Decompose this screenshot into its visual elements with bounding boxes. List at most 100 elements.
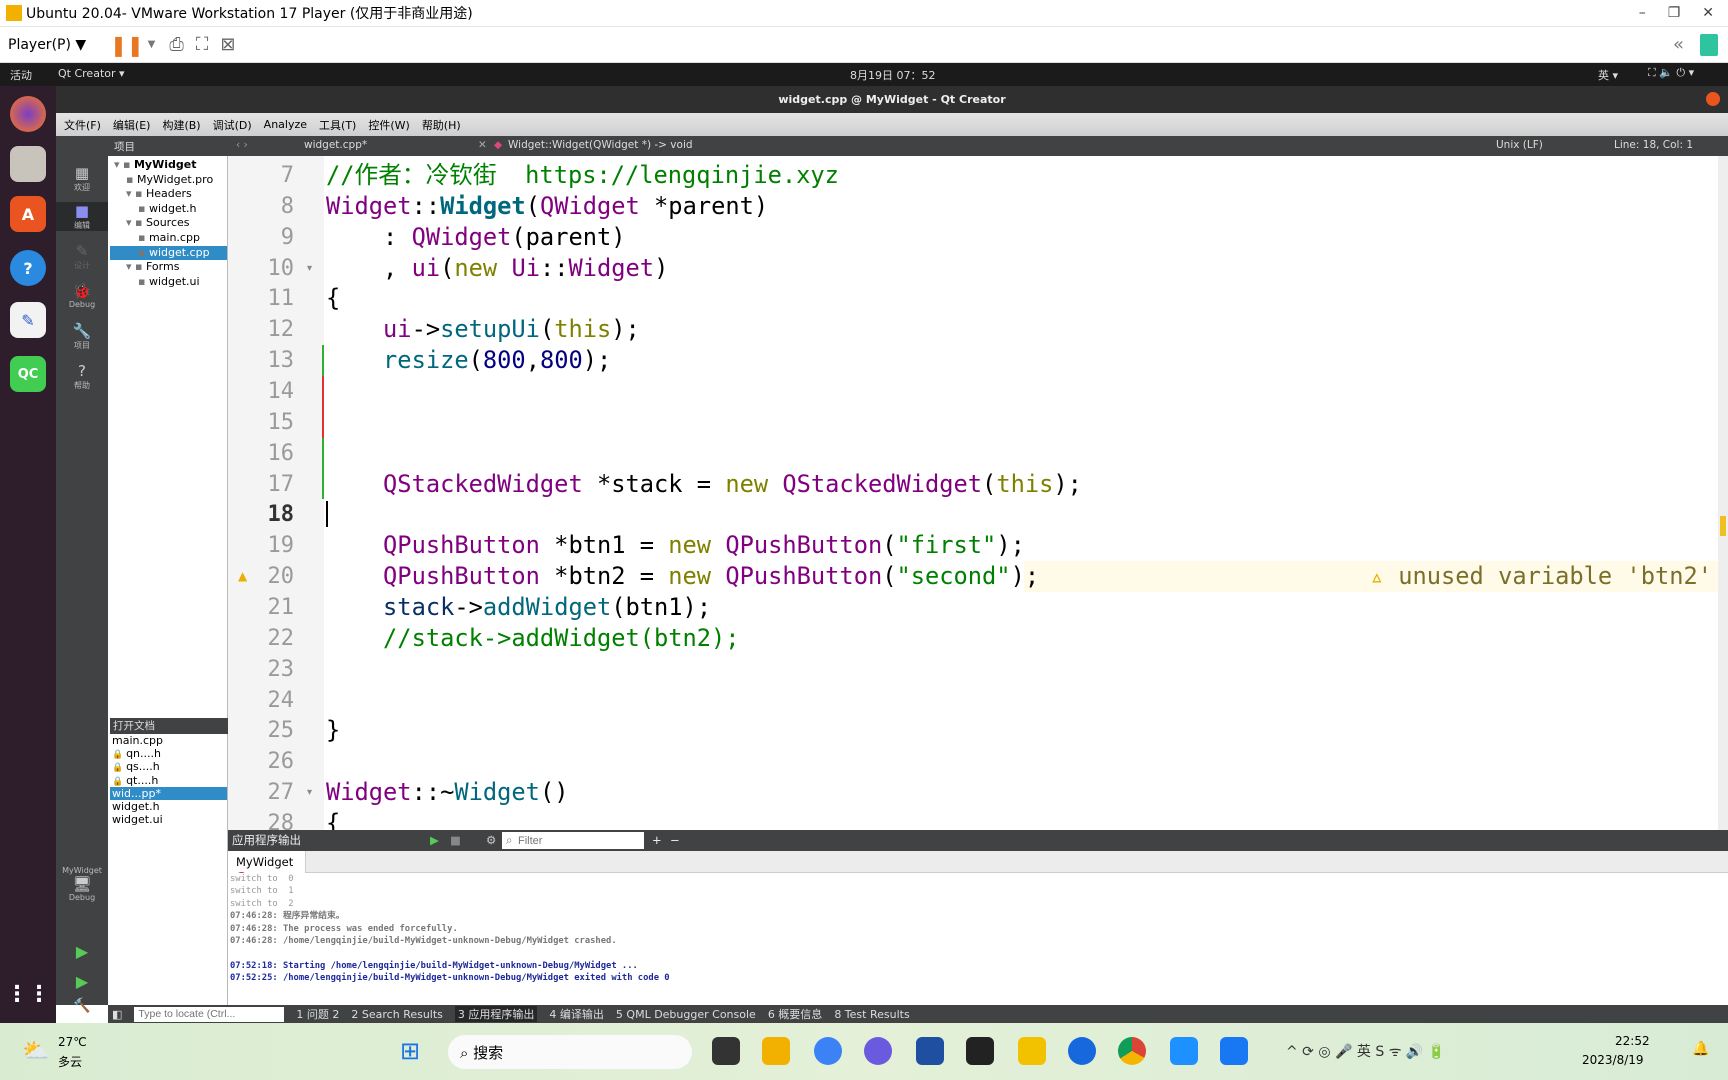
text-editor-icon[interactable]: ✎: [10, 302, 46, 338]
open-doc-item[interactable]: wid...pp*: [110, 786, 227, 800]
search-box[interactable]: ⌕ 搜索: [448, 1035, 692, 1069]
pause-icon[interactable]: ❚❚: [110, 33, 144, 57]
explorer-icon[interactable]: [762, 1037, 790, 1065]
tab-general-messages[interactable]: 6 概要信息: [768, 1006, 823, 1022]
tree-item[interactable]: ▾ ▪ Forms: [110, 260, 227, 275]
menu-file[interactable]: 文件(F): [64, 117, 101, 133]
tree-item[interactable]: ▪ MyWidget.pro: [110, 173, 227, 188]
files-icon[interactable]: [10, 146, 46, 182]
code-line[interactable]: //stack->addWidget(btn2);: [326, 623, 740, 654]
app-icon[interactable]: [1220, 1037, 1248, 1065]
stop-icon[interactable]: ■: [450, 830, 461, 851]
chrome-icon[interactable]: [1118, 1037, 1146, 1065]
open-doc-item[interactable]: main.cpp: [110, 734, 227, 747]
app-icon[interactable]: [1068, 1037, 1096, 1065]
menu-build[interactable]: 构建(B): [162, 117, 200, 133]
open-doc-item[interactable]: 🔒 qt....h: [110, 774, 227, 787]
notes-icon[interactable]: [1700, 33, 1718, 56]
unity-icon[interactable]: ⊠: [220, 34, 235, 55]
tree-item[interactable]: ▾ ▪ Sources: [110, 216, 227, 231]
open-doc-item[interactable]: widget.ui: [110, 813, 227, 826]
taskbar-date[interactable]: 2023/8/19: [1582, 1053, 1644, 1067]
taskbar-time[interactable]: 22:52: [1615, 1034, 1650, 1048]
send-ctrl-alt-del-icon[interactable]: ⎙: [169, 34, 183, 55]
tree-item[interactable]: ▾ ▪ MyWidget: [110, 158, 227, 173]
fold-icon[interactable]: ▾: [307, 787, 312, 798]
cursor-position[interactable]: Line: 18, Col: 1: [1614, 139, 1693, 151]
show-apps-icon[interactable]: ⋮⋮: [6, 976, 50, 1012]
debug-run-button[interactable]: ▶: [56, 972, 108, 991]
build-button[interactable]: 🔨: [56, 998, 108, 1014]
close-file-icon[interactable]: ✕: [478, 139, 487, 151]
menu-debug[interactable]: 调试(D): [213, 117, 252, 133]
close-button[interactable]: ✕: [1702, 5, 1714, 21]
mode-design[interactable]: ✎ 设计: [56, 242, 108, 271]
tray-icons[interactable]: ^ ⟳ ◎ 🎤 英 S ᯤ 🔊 🔋: [1286, 1041, 1445, 1061]
code-line[interactable]: resize(800,800);: [326, 345, 611, 376]
notification-icon[interactable]: 🔔: [1692, 1041, 1709, 1057]
menu-controls[interactable]: 控件(W): [368, 117, 409, 133]
mode-projects[interactable]: 🔧 项目: [56, 322, 108, 351]
app-icon[interactable]: [864, 1037, 892, 1065]
tree-item[interactable]: ▪ widget.h: [110, 202, 227, 217]
system-tray-icon[interactable]: ⛶ 🔈 ⏻ ▾: [1648, 66, 1694, 80]
tree-item[interactable]: ▾ ▪ Headers: [110, 187, 227, 202]
weather-temp[interactable]: 27℃: [58, 1035, 87, 1049]
weather-desc[interactable]: 多云: [58, 1053, 82, 1070]
code-line[interactable]: //作者：冷钦街 https://lengqinjie.xyz: [326, 160, 839, 191]
code-line[interactable]: Widget::~Widget(): [326, 777, 568, 808]
code-line[interactable]: Widget::Widget(QWidget *parent): [326, 191, 768, 222]
code-line[interactable]: {: [326, 283, 340, 314]
menu-tools[interactable]: 工具(T): [319, 117, 356, 133]
zoom-in-button[interactable]: +: [652, 830, 662, 851]
help-icon[interactable]: ?: [10, 250, 46, 286]
restore-button[interactable]: ❐: [1668, 5, 1681, 21]
minimize-button[interactable]: –: [1639, 5, 1646, 21]
function-selector[interactable]: Widget::Widget(QWidget *) -> void: [508, 139, 693, 151]
fullscreen-icon[interactable]: ⛶: [196, 34, 209, 55]
locate-input[interactable]: [134, 1006, 285, 1022]
app-icon[interactable]: [814, 1037, 842, 1065]
tree-item[interactable]: ▪ widget.cpp: [110, 245, 227, 261]
app-icon[interactable]: [1170, 1037, 1198, 1065]
code-line[interactable]: }: [326, 715, 340, 746]
run-output-icon[interactable]: ▶: [430, 830, 439, 851]
open-doc-item[interactable]: 🔒 qn....h: [110, 747, 227, 760]
open-doc-item[interactable]: 🔒 qs....h: [110, 760, 227, 773]
vmware-icon[interactable]: [1018, 1037, 1046, 1065]
code-editor[interactable]: //作者：冷钦街 https://lengqinjie.xyz Widget::W…: [324, 156, 1718, 830]
tab-test-results[interactable]: 8 Test Results: [834, 1008, 909, 1021]
code-line[interactable]: ui->setupUi(this);: [326, 314, 640, 345]
project-view-selector[interactable]: 项目: [114, 139, 135, 154]
menu-analyze[interactable]: Analyze: [264, 118, 307, 131]
collapse-icon[interactable]: «: [1673, 34, 1684, 55]
dropdown-icon[interactable]: ▼: [148, 39, 156, 50]
tab-app-output[interactable]: 3 应用程序输出: [454, 1006, 538, 1022]
zoom-out-button[interactable]: −: [670, 830, 680, 851]
qt-close-button[interactable]: [1706, 92, 1720, 106]
mode-edit[interactable]: ■ 编辑: [56, 202, 108, 231]
clock[interactable]: 8月19日 07：52: [850, 67, 936, 83]
run-button[interactable]: ▶: [56, 942, 108, 961]
file-tab[interactable]: widget.cpp*: [304, 139, 367, 151]
tab-issues[interactable]: 1 问题 2: [296, 1006, 339, 1022]
code-line[interactable]: QPushButton *btn1 = new QPushButton("fir…: [326, 530, 1025, 561]
tab-compile-output[interactable]: 4 编译输出: [549, 1006, 604, 1022]
open-doc-item[interactable]: widget.h: [110, 800, 227, 813]
start-icon[interactable]: ⊞: [400, 1037, 420, 1065]
software-icon[interactable]: A: [10, 196, 46, 232]
settings-icon[interactable]: ⚙: [486, 830, 496, 851]
sidebar-toggle-icon[interactable]: ◧: [112, 1008, 122, 1021]
mode-welcome[interactable]: ▦ 欢迎: [56, 164, 108, 193]
tree-item[interactable]: ▪ main.cpp: [110, 231, 227, 246]
kit-selector[interactable]: MyWidget 🖥 Debug: [56, 866, 108, 902]
qt-creator-icon[interactable]: QC: [10, 356, 46, 392]
output-tab[interactable]: MyWidget ✕: [228, 851, 306, 883]
code-line[interactable]: QPushButton *btn2 = new QPushButton("sec…: [326, 561, 1039, 592]
ime-indicator[interactable]: 英 ▾: [1598, 67, 1618, 83]
tree-item[interactable]: ▪ widget.ui: [110, 275, 227, 290]
app-icon[interactable]: [966, 1037, 994, 1065]
nav-back-forward-icon[interactable]: ‹ ›: [236, 139, 248, 151]
weather-icon[interactable]: ⛅: [22, 1039, 49, 1064]
store-icon[interactable]: [916, 1037, 944, 1065]
